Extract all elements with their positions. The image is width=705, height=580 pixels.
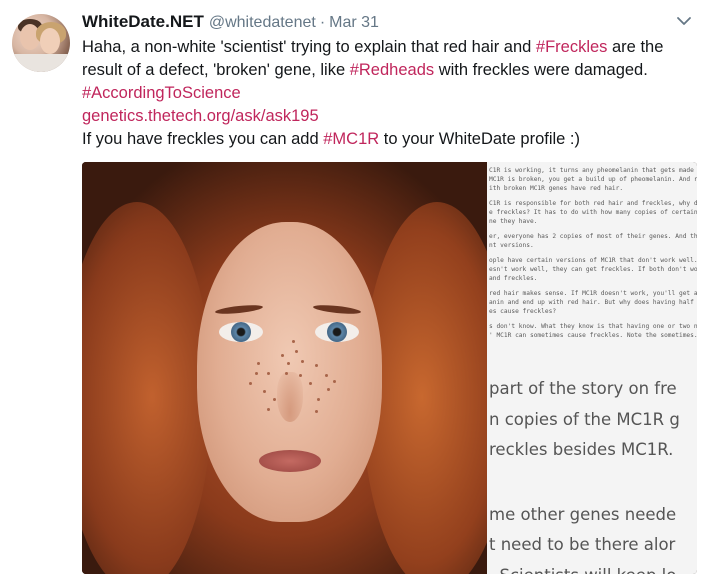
tweet-text-segment: Haha, a non-white 'scientist' trying to … bbox=[82, 38, 536, 56]
tweet-text-segment: with freckles were damaged. bbox=[434, 61, 648, 79]
article-small-line: MC1R is broken, you get a build up of ph… bbox=[489, 176, 697, 183]
article-small-line: er, everyone has 2 copies of most of the… bbox=[489, 233, 697, 240]
article-small-line: s don't know. What they know is that hav… bbox=[489, 323, 697, 330]
display-name[interactable]: WhiteDate.NET bbox=[82, 12, 204, 32]
tweet: WhiteDate.NET @whitedatenet · Mar 31 Hah… bbox=[0, 0, 705, 580]
avatar-face-2 bbox=[40, 28, 60, 54]
photo-lips bbox=[259, 450, 321, 472]
tweet-text-segment: are the bbox=[607, 38, 664, 56]
hashtag-link[interactable]: #Redheads bbox=[350, 61, 434, 79]
article-large-text: part of the story on fre n copies of the… bbox=[489, 374, 697, 574]
article-line: reckles besides MC1R. bbox=[489, 440, 674, 459]
chevron-down-icon[interactable] bbox=[676, 14, 692, 28]
media-photo[interactable] bbox=[82, 162, 512, 574]
hashtag-link[interactable]: #Freckles bbox=[536, 38, 608, 56]
tweet-text-line: result of a defect, 'broken' gene, like … bbox=[82, 59, 697, 82]
article-small-line: red hair makes sense. If MC1R doesn't wo… bbox=[489, 290, 697, 297]
article-small-line: nt versions. bbox=[489, 242, 534, 249]
photo-eye-right bbox=[315, 322, 359, 342]
separator-dot: · bbox=[319, 14, 326, 31]
photo-brow-right bbox=[312, 303, 362, 316]
article-line: part of the story on fre bbox=[489, 379, 677, 398]
tweet-text-line: genetics.thetech.org/ask/ask195 bbox=[82, 105, 697, 128]
article-paragraph: C1R is responsible for both red hair and… bbox=[489, 199, 697, 226]
photo-nose bbox=[277, 372, 303, 422]
article-paragraph: red hair makes sense. If MC1R doesn't wo… bbox=[489, 289, 697, 316]
article-small-text: C1R is working, it turns any pheomelanin… bbox=[489, 166, 697, 346]
article-small-line: ' MC1R can sometimes cause freckles. Not… bbox=[489, 332, 697, 339]
hashtag-link[interactable]: #AccordingToScience bbox=[82, 84, 241, 102]
article-small-line: ople have certain versions of MC1R that … bbox=[489, 257, 697, 264]
hashtag-link[interactable]: #MC1R bbox=[323, 130, 379, 148]
article-small-line: C1R is working, it turns any pheomelanin… bbox=[489, 167, 697, 174]
article-small-line: ne they have. bbox=[489, 218, 538, 225]
tweet-text-line: #AccordingToScience bbox=[82, 82, 697, 105]
article-small-line: esn't work well, they can get freckles. … bbox=[489, 266, 697, 273]
article-small-line: and freckles. bbox=[489, 275, 538, 282]
article-small-line: C1R is responsible for both red hair and… bbox=[489, 200, 697, 207]
tweet-text-segment: to your WhiteDate profile :) bbox=[379, 130, 580, 148]
tweet-header: WhiteDate.NET @whitedatenet · Mar 31 bbox=[82, 12, 379, 34]
tweet-text-line: Haha, a non-white 'scientist' trying to … bbox=[82, 36, 697, 59]
tweet-text-segment: If you have freckles you can add bbox=[82, 130, 324, 148]
photo-eye-left bbox=[219, 322, 263, 342]
tweet-media[interactable]: C1R is working, it turns any pheomelanin… bbox=[82, 162, 697, 574]
article-paragraph: ople have certain versions of MC1R that … bbox=[489, 256, 697, 283]
tweet-text-segment: result of a defect, 'broken' gene, like bbox=[82, 61, 350, 79]
tweet-text-line: If you have freckles you can add #MC1R t… bbox=[82, 128, 697, 151]
article-line: n copies of the MC1R g bbox=[489, 409, 680, 429]
article-line: me other genes neede bbox=[489, 504, 677, 524]
tweet-text: Haha, a non-white 'scientist' trying to … bbox=[82, 36, 697, 151]
article-paragraph: s don't know. What they know is that hav… bbox=[489, 322, 697, 340]
article-small-line: ith broken MC1R genes have red hair. bbox=[489, 185, 624, 192]
article-small-line: anin and end up with red hair. But why d… bbox=[489, 299, 697, 306]
article-line: t need to be there alor bbox=[489, 535, 676, 554]
tweet-date[interactable]: Mar 31 bbox=[329, 14, 379, 32]
avatar[interactable] bbox=[12, 14, 70, 72]
article-line: . Scientists will keep lo bbox=[489, 561, 697, 575]
url-link[interactable]: genetics.thetech.org/ask/ask195 bbox=[82, 107, 319, 125]
article-small-line: es cause freckles? bbox=[489, 308, 557, 315]
article-paragraph: C1R is working, it turns any pheomelanin… bbox=[489, 166, 697, 193]
photo-hair-left bbox=[82, 202, 212, 574]
article-small-line: e freckles? It has to do with how many c… bbox=[489, 209, 697, 216]
photo-brow-left bbox=[214, 303, 264, 316]
article-paragraph: er, everyone has 2 copies of most of the… bbox=[489, 232, 697, 250]
avatar-shirt bbox=[12, 54, 70, 72]
media-article-excerpt[interactable]: C1R is working, it turns any pheomelanin… bbox=[487, 162, 697, 574]
photo-face bbox=[197, 222, 382, 522]
user-handle[interactable]: @whitedatenet bbox=[209, 14, 316, 32]
